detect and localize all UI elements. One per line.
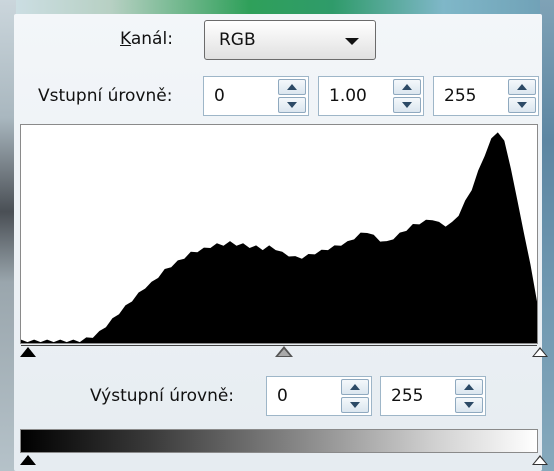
input-black-spinbox[interactable]: 0 <box>203 76 309 116</box>
input-black-point-handle[interactable] <box>20 347 36 357</box>
background-right-edge <box>540 0 554 471</box>
input-black-decrement-button[interactable] <box>278 97 306 113</box>
arrow-down-icon <box>517 102 527 108</box>
input-black-increment-button[interactable] <box>278 79 306 95</box>
arrow-down-icon <box>287 102 297 108</box>
output-levels-label: Výstupní úrovně: <box>90 386 235 406</box>
channel-select-value: RGB <box>219 30 256 50</box>
arrow-down-icon <box>350 402 360 408</box>
output-gradient-bar <box>20 429 538 453</box>
output-black-spinbox[interactable]: 0 <box>266 376 372 416</box>
arrow-down-icon <box>402 102 412 108</box>
arrow-up-icon <box>287 84 297 90</box>
arrow-down-icon <box>464 402 474 408</box>
input-white-point-handle[interactable] <box>532 347 548 357</box>
output-black-value: 0 <box>277 386 288 406</box>
output-white-decrement-button[interactable] <box>455 397 483 413</box>
channel-label: Kanál: <box>120 29 173 49</box>
histogram <box>20 124 538 344</box>
input-white-decrement-button[interactable] <box>508 97 536 113</box>
output-black-point-handle[interactable] <box>20 455 36 465</box>
output-white-point-handle[interactable] <box>532 455 548 465</box>
input-levels-label: Vstupní úrovně: <box>38 86 173 106</box>
output-black-increment-button[interactable] <box>341 379 369 395</box>
input-gamma-handle[interactable] <box>275 346 293 357</box>
channel-select[interactable]: RGB <box>204 20 376 60</box>
histogram-plot <box>21 132 537 343</box>
input-gamma-increment-button[interactable] <box>393 79 421 95</box>
output-black-decrement-button[interactable] <box>341 397 369 413</box>
arrow-up-icon <box>402 84 412 90</box>
arrow-up-icon <box>517 84 527 90</box>
output-white-value: 255 <box>391 386 424 406</box>
input-gamma-spinbox[interactable]: 1.00 <box>318 76 424 116</box>
input-white-increment-button[interactable] <box>508 79 536 95</box>
arrow-up-icon <box>350 384 360 390</box>
histogram-area <box>21 132 537 343</box>
arrow-up-icon <box>464 384 474 390</box>
input-black-value: 0 <box>214 86 225 106</box>
input-gamma-value: 1.00 <box>329 86 367 106</box>
chevron-down-icon <box>345 38 359 45</box>
input-gamma-decrement-button[interactable] <box>393 97 421 113</box>
output-white-spinbox[interactable]: 255 <box>380 376 486 416</box>
input-white-spinbox[interactable]: 255 <box>433 76 539 116</box>
output-white-increment-button[interactable] <box>455 379 483 395</box>
input-white-value: 255 <box>444 86 477 106</box>
